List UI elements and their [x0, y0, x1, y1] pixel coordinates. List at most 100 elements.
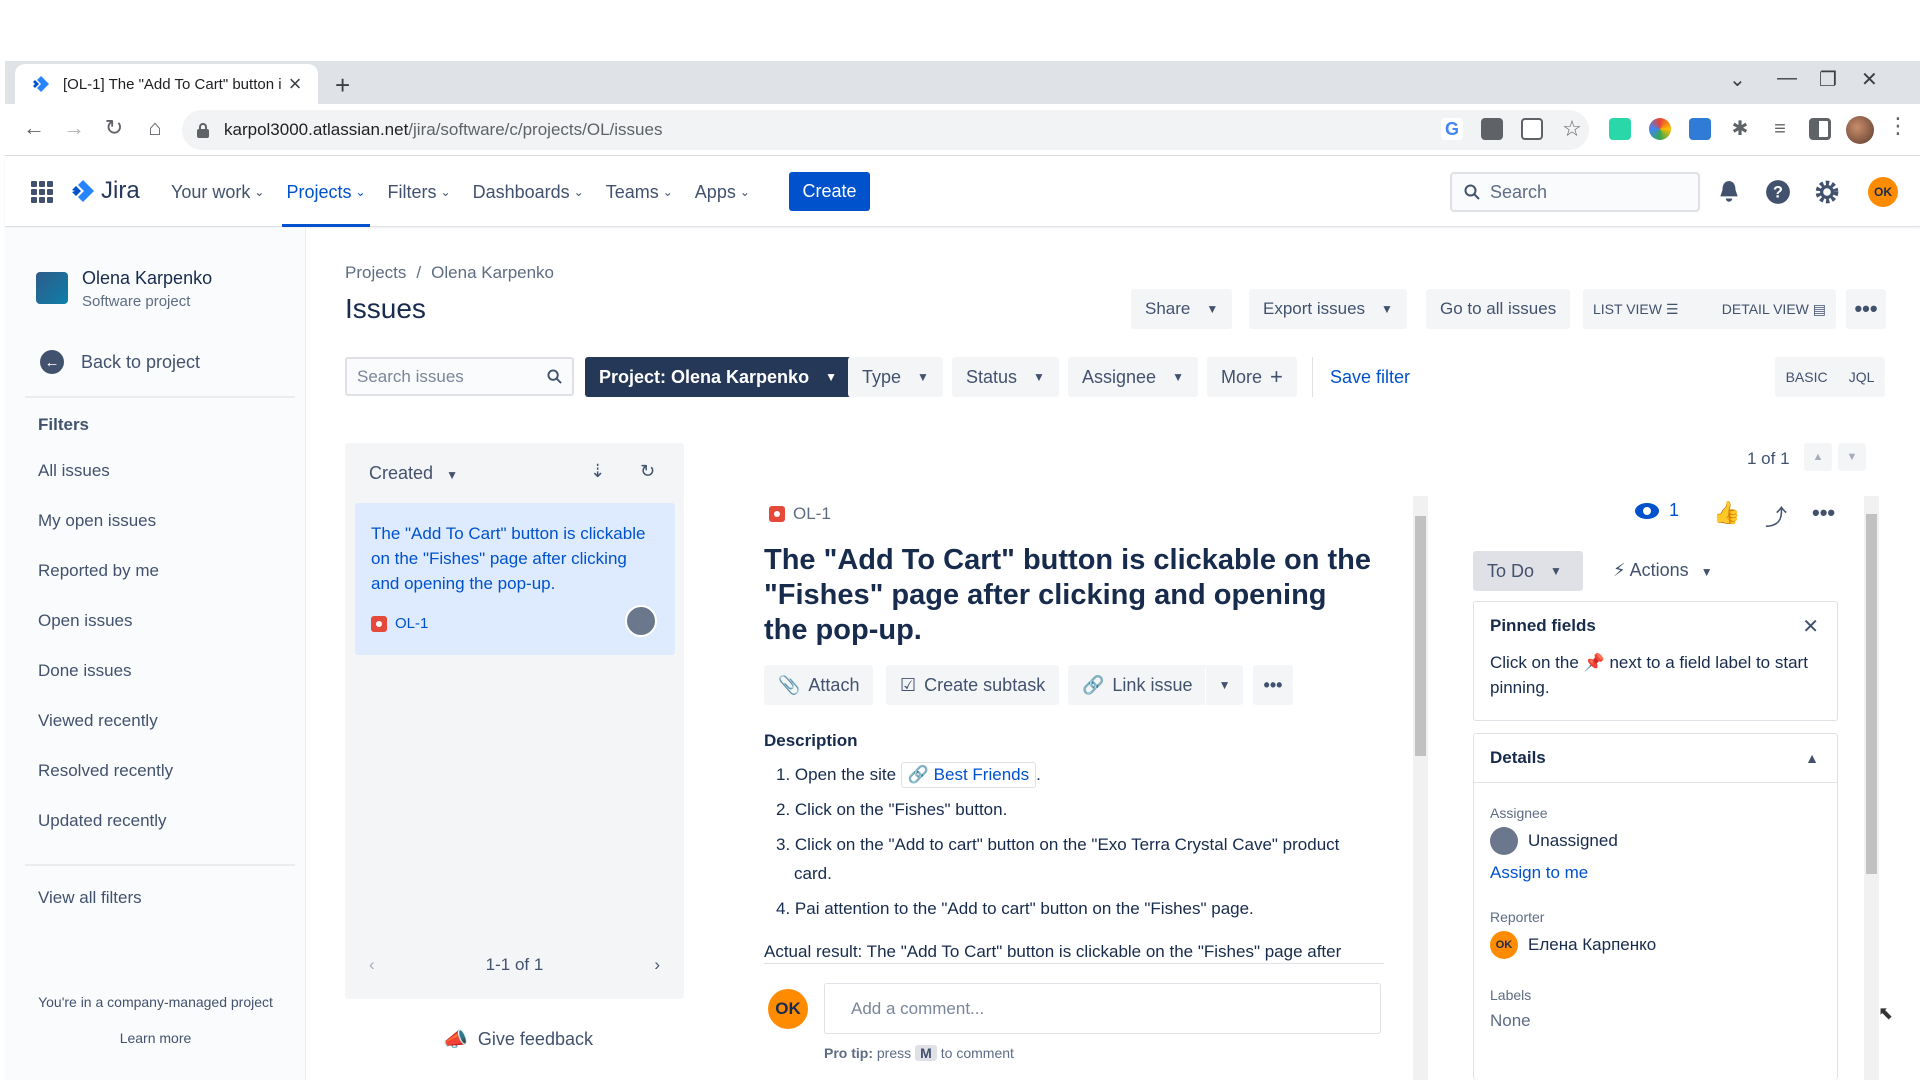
assign-to-me-link[interactable]: Assign to me — [1474, 863, 1837, 883]
restore-icon[interactable]: ❐ — [1819, 67, 1837, 92]
create-button[interactable]: Create — [789, 172, 870, 211]
thumbs-up-icon[interactable]: 👍 — [1713, 500, 1740, 526]
next-page-icon[interactable]: › — [654, 955, 660, 975]
nav-teams[interactable]: Teams ⌄ — [606, 157, 673, 227]
extension-2-icon[interactable] — [1649, 118, 1671, 140]
scrollbar-thumb[interactable] — [1866, 514, 1877, 874]
learn-more-link[interactable]: Learn more — [5, 1030, 306, 1046]
app-switcher-icon[interactable] — [31, 181, 53, 203]
filter-reported-by-me[interactable]: Reported by me — [38, 561, 173, 611]
filter-open-issues[interactable]: Open issues — [38, 611, 173, 661]
prev-page-icon[interactable]: ‹ — [369, 955, 375, 975]
issue-more-button[interactable]: ••• — [1253, 665, 1293, 705]
filter-updated-recently[interactable]: Updated recently — [38, 811, 173, 861]
project-filter-button[interactable]: Project: Olena Karpenko ▼ — [585, 357, 851, 397]
notifications-icon[interactable] — [1716, 179, 1742, 205]
help-icon[interactable]: ? — [1765, 179, 1791, 205]
export-issues-button[interactable]: Export issues ▼ — [1249, 289, 1407, 329]
refresh-icon[interactable]: ↻ — [640, 461, 655, 482]
detail-scrollbar[interactable] — [1413, 496, 1428, 1080]
reporter-field[interactable]: OK Елена Карпенко — [1474, 931, 1837, 959]
tab-close-icon[interactable]: × — [284, 71, 306, 97]
close-icon[interactable]: ✕ — [1802, 614, 1819, 639]
nav-dashboards[interactable]: Dashboards ⌄ — [473, 157, 584, 227]
sort-by-button[interactable]: Created ▼ — [369, 463, 458, 484]
issue-title[interactable]: The "Add To Cart" button is clickable on… — [764, 543, 1374, 648]
jira-logo[interactable]: Jira — [71, 177, 140, 205]
search-issues-input[interactable]: Search issues — [345, 357, 574, 396]
back-icon[interactable]: ← — [19, 115, 49, 141]
issue-key[interactable]: OL-1 — [769, 504, 831, 524]
google-icon[interactable]: G — [1441, 118, 1463, 140]
give-feedback-button[interactable]: 📣 Give feedback — [443, 1027, 593, 1052]
share-page-icon[interactable] — [1521, 118, 1543, 140]
forward-icon[interactable]: → — [59, 115, 89, 141]
create-subtask-button[interactable]: ☑ Create subtask — [886, 665, 1060, 705]
breadcrumb-projects[interactable]: Projects — [345, 263, 406, 282]
details-heading[interactable]: Details — [1474, 734, 1837, 783]
view-all-filters-link[interactable]: View all filters — [38, 888, 142, 908]
extension-1-icon[interactable] — [1609, 118, 1631, 140]
side-scrollbar[interactable] — [1864, 496, 1879, 1080]
browser-profile-avatar[interactable] — [1846, 116, 1874, 144]
share-button[interactable]: Share ▼ — [1131, 289, 1233, 329]
type-filter-button[interactable]: Type ▼ — [848, 357, 943, 397]
more-actions-button[interactable]: ••• — [1846, 289, 1886, 329]
nav-apps[interactable]: Apps ⌄ — [695, 157, 750, 227]
status-dropdown[interactable]: To Do ▼ — [1473, 551, 1583, 591]
user-avatar[interactable]: OK — [1868, 177, 1898, 207]
issue-card-selected[interactable]: The "Add To Cart" button is clickable on… — [355, 503, 675, 655]
chevron-up-icon[interactable]: ▲ — [1805, 750, 1819, 766]
minimize-icon[interactable]: — — [1777, 67, 1797, 90]
more-icon[interactable]: ••• — [1812, 500, 1835, 526]
reload-icon[interactable]: ↻ — [99, 115, 129, 141]
link-issue-button[interactable]: 🔗 Link issue — [1068, 665, 1207, 705]
sort-order-icon[interactable]: ⇣ — [590, 461, 605, 482]
bookmark-star-icon[interactable]: ☆ — [1561, 118, 1583, 140]
browser-tab[interactable]: [OL-1] The "Add To Cart" button i × — [15, 64, 318, 104]
save-filter-link[interactable]: Save filter — [1330, 367, 1410, 388]
description-body[interactable]: 1. Open the site 🔗 Best Friends. 2. Clic… — [776, 760, 1376, 929]
extensions-puzzle-icon[interactable]: ✱ — [1729, 118, 1751, 140]
global-search-input[interactable]: Search — [1450, 172, 1700, 212]
jql-mode-button[interactable]: JQL — [1849, 369, 1875, 385]
new-tab-icon[interactable]: + — [335, 70, 350, 101]
nav-filters[interactable]: Filters ⌄ — [388, 157, 451, 227]
go-to-all-issues-button[interactable]: Go to all issues — [1426, 289, 1571, 329]
close-window-icon[interactable]: ✕ — [1861, 67, 1878, 92]
status-filter-button[interactable]: Status ▼ — [952, 357, 1059, 397]
comment-input[interactable]: Add a comment... — [824, 983, 1381, 1034]
list-view-button[interactable]: LIST VIEW ☰ — [1593, 301, 1678, 318]
actions-dropdown[interactable]: ⚡ Actions ▼ — [1613, 560, 1713, 581]
labels-field[interactable]: None — [1474, 1011, 1837, 1031]
reading-list-icon[interactable]: ≡ — [1769, 118, 1791, 140]
attach-button[interactable]: 📎 Attach — [764, 665, 874, 705]
tab-search-icon[interactable]: ⌄ — [1729, 67, 1746, 92]
extension-3-icon[interactable] — [1689, 118, 1711, 140]
side-panel-icon[interactable] — [1809, 118, 1831, 140]
nav-projects[interactable]: Projects ⌄ — [282, 157, 370, 227]
back-to-project-link[interactable]: ← Back to project — [40, 350, 200, 374]
address-bar[interactable]: karpol3000.atlassian.net/jira/software/c… — [182, 110, 1589, 150]
translate-icon[interactable] — [1481, 118, 1503, 140]
breadcrumb-project[interactable]: Olena Karpenko — [431, 263, 554, 282]
link-issue-dropdown[interactable]: ▼ — [1205, 665, 1243, 705]
nav-your-work[interactable]: Your work ⌄ — [171, 157, 264, 227]
next-issue-icon[interactable]: ▼ — [1838, 443, 1866, 471]
filter-my-open-issues[interactable]: My open issues — [38, 511, 173, 561]
filter-all-issues[interactable]: All issues — [38, 461, 173, 511]
assignee-field[interactable]: Unassigned — [1474, 827, 1837, 855]
scrollbar-thumb[interactable] — [1415, 516, 1426, 756]
project-header[interactable]: Olena Karpenko Software project — [36, 268, 212, 310]
filter-viewed-recently[interactable]: Viewed recently — [38, 711, 173, 761]
prev-issue-icon[interactable]: ▲ — [1804, 443, 1832, 471]
share-icon[interactable]: ⤴ — [1765, 500, 1787, 532]
filter-resolved-recently[interactable]: Resolved recently — [38, 761, 173, 811]
best-friends-link[interactable]: 🔗 Best Friends — [900, 762, 1037, 788]
settings-gear-icon[interactable] — [1814, 179, 1840, 205]
assignee-filter-button[interactable]: Assignee ▼ — [1068, 357, 1198, 397]
detail-view-button[interactable]: DETAIL VIEW ▤ — [1722, 301, 1826, 318]
filter-done-issues[interactable]: Done issues — [38, 661, 173, 711]
browser-menu-icon[interactable]: ⋮ — [1883, 113, 1913, 139]
basic-mode-button[interactable]: BASIC — [1786, 369, 1828, 385]
